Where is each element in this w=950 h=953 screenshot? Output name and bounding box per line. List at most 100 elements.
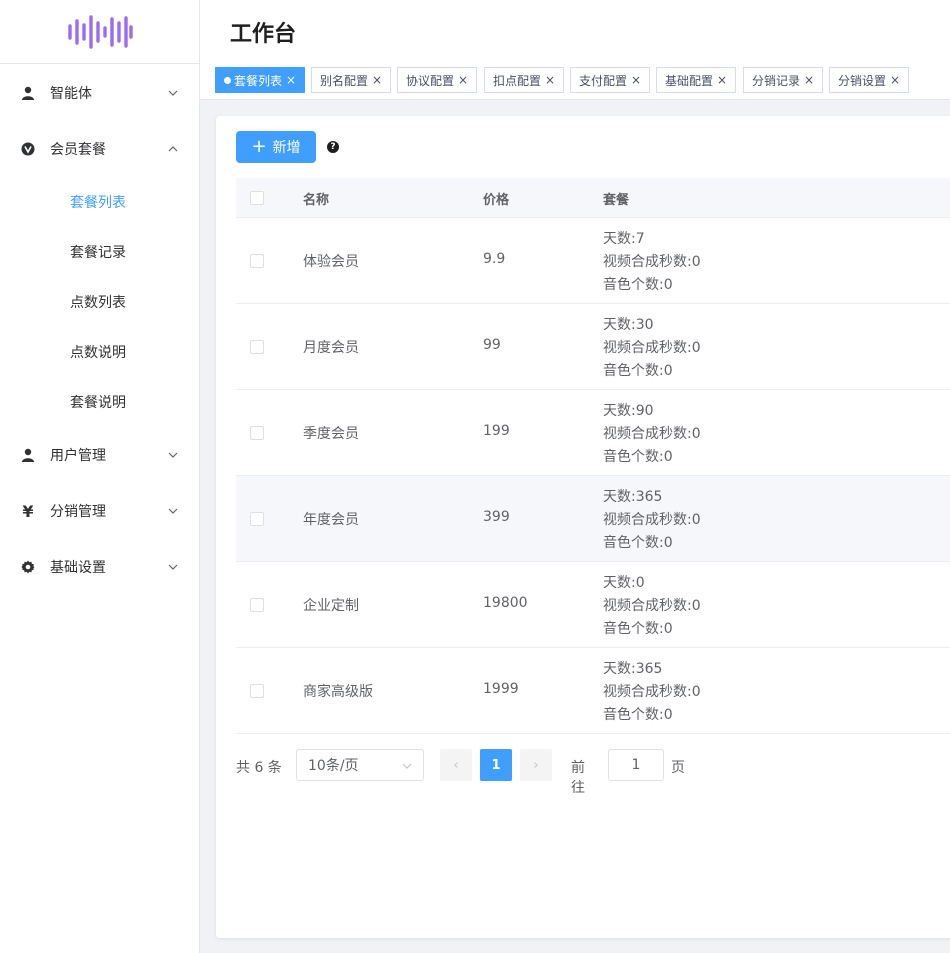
sidebar-item-basic-settings[interactable]: 基础设置 <box>0 539 199 595</box>
close-icon[interactable]: × <box>545 73 555 87</box>
package-video-seconds: 视频合成秒数:0 <box>603 254 701 270</box>
row-package: 天数:7 视频合成秒数:0 音色个数:0 <box>603 228 701 297</box>
page-suffix: 页 <box>671 760 685 776</box>
package-voice-count: 音色个数:0 <box>603 707 673 723</box>
main-card: + 新增 ? 名称 价格 套餐 体验会员 9.9 天数:7 视频合成秒数:0 音… <box>216 116 950 938</box>
tab-distribution-records[interactable]: 分销记录 × <box>743 67 824 93</box>
package-voice-count: 音色个数:0 <box>603 277 673 293</box>
add-button-label: 新增 <box>272 140 301 156</box>
sidebar-item-membership[interactable]: 会员套餐 <box>0 121 199 177</box>
tab-label: 基础配置 <box>665 73 714 88</box>
sidebar-subitem-points-list[interactable]: 点数列表 <box>0 277 199 327</box>
tab-label: 别名配置 <box>320 73 369 88</box>
help-icon[interactable]: ? <box>327 141 339 153</box>
close-icon[interactable]: × <box>372 73 382 87</box>
chevron-right-icon: › <box>533 757 539 773</box>
sidebar-subitem-label: 点数说明 <box>70 345 126 361</box>
close-icon[interactable]: × <box>286 73 296 87</box>
close-icon[interactable]: × <box>631 73 641 87</box>
close-icon[interactable]: × <box>458 73 468 87</box>
package-voice-count: 音色个数:0 <box>603 535 673 551</box>
page-number-button[interactable]: 1 <box>480 749 512 781</box>
tab-label: 扣点配置 <box>493 73 542 88</box>
chevron-down-icon <box>168 564 178 570</box>
row-checkbox[interactable] <box>250 684 264 698</box>
package-video-seconds: 视频合成秒数:0 <box>603 684 701 700</box>
sidebar-subitem-package-desc[interactable]: 套餐说明 <box>0 377 199 427</box>
page-size-select[interactable]: 10条/页 <box>296 749 424 781</box>
chevron-down-icon <box>402 763 412 769</box>
goto-page-input[interactable] <box>608 749 664 781</box>
chevron-left-icon: ‹ <box>453 757 459 773</box>
next-page-button[interactable]: › <box>520 749 552 781</box>
table-header: 名称 价格 套餐 <box>236 178 950 218</box>
tab-alias-config[interactable]: 别名配置 × <box>311 67 392 93</box>
sidebar-item-label: 会员套餐 <box>50 142 106 158</box>
tab-deduction-config[interactable]: 扣点配置 × <box>484 67 565 93</box>
row-package: 天数:0 视频合成秒数:0 音色个数:0 <box>603 572 701 641</box>
goto-label: 前往 <box>571 760 585 796</box>
chevron-down-icon <box>168 508 178 514</box>
close-icon[interactable]: × <box>717 73 727 87</box>
sidebar-subitem-package-list[interactable]: 套餐列表 <box>0 177 199 227</box>
table-row[interactable]: 体验会员 9.9 天数:7 视频合成秒数:0 音色个数:0 <box>236 218 950 304</box>
table-row[interactable]: 月度会员 99 天数:30 视频合成秒数:0 音色个数:0 <box>236 304 950 390</box>
sidebar-item-distribution[interactable]: ¥ 分销管理 <box>0 483 199 539</box>
tab-payment-config[interactable]: 支付配置 × <box>570 67 651 93</box>
row-price: 9.9 <box>483 251 506 267</box>
row-checkbox[interactable] <box>250 254 264 268</box>
sidebar-item-user-management[interactable]: 用户管理 <box>0 427 199 483</box>
tab-distribution-settings[interactable]: 分销设置 × <box>829 67 910 93</box>
row-checkbox[interactable] <box>250 340 264 354</box>
chevron-up-icon <box>168 146 178 152</box>
sidebar-subitem-label: 点数列表 <box>70 295 126 311</box>
header: 工作台 <box>200 0 950 64</box>
row-package: 天数:90 视频合成秒数:0 音色个数:0 <box>603 400 701 469</box>
pagination-total: 共 6 条 <box>236 760 282 776</box>
add-button[interactable]: + 新增 <box>236 131 316 163</box>
table-row[interactable]: 商家高级版 1999 天数:365 视频合成秒数:0 音色个数:0 <box>236 648 950 734</box>
logo[interactable] <box>0 0 199 64</box>
tab-label: 协议配置 <box>406 73 455 88</box>
package-days: 天数:30 <box>603 317 654 333</box>
tab-basic-config[interactable]: 基础配置 × <box>656 67 737 93</box>
table-row[interactable]: 年度会员 399 天数:365 视频合成秒数:0 音色个数:0 <box>236 476 950 562</box>
page-size-value: 10条/页 <box>308 758 359 774</box>
row-name: 商家高级版 <box>303 684 373 700</box>
prev-page-button[interactable]: ‹ <box>440 749 472 781</box>
sidebar-subitem-label: 套餐说明 <box>70 395 126 411</box>
row-name: 月度会员 <box>303 340 359 356</box>
tab-label: 分销记录 <box>752 73 801 88</box>
sound-wave-logo-icon <box>67 14 133 49</box>
row-price: 99 <box>483 337 501 353</box>
sidebar-item-label: 用户管理 <box>50 448 106 464</box>
row-name: 季度会员 <box>303 426 359 442</box>
package-voice-count: 音色个数:0 <box>603 449 673 465</box>
row-checkbox[interactable] <box>250 598 264 612</box>
tab-package-list[interactable]: 套餐列表 × <box>215 67 306 93</box>
sidebar-item-label: 分销管理 <box>50 504 106 520</box>
sidebar-subitem-label: 套餐记录 <box>70 245 126 261</box>
sidebar-subitem-points-desc[interactable]: 点数说明 <box>0 327 199 377</box>
package-voice-count: 音色个数:0 <box>603 621 673 637</box>
tab-agreement-config[interactable]: 协议配置 × <box>397 67 478 93</box>
row-name: 企业定制 <box>303 598 359 614</box>
close-icon[interactable]: × <box>804 73 814 87</box>
close-icon[interactable]: × <box>890 73 900 87</box>
package-voice-count: 音色个数:0 <box>603 363 673 379</box>
row-checkbox[interactable] <box>250 512 264 526</box>
select-all-checkbox[interactable] <box>250 191 264 205</box>
table-row[interactable]: 企业定制 19800 天数:0 视频合成秒数:0 音色个数:0 <box>236 562 950 648</box>
table-row[interactable]: 季度会员 199 天数:90 视频合成秒数:0 音色个数:0 <box>236 390 950 476</box>
tab-label: 支付配置 <box>579 73 628 88</box>
package-video-seconds: 视频合成秒数:0 <box>603 426 701 442</box>
row-checkbox[interactable] <box>250 426 264 440</box>
sidebar-subitem-package-records[interactable]: 套餐记录 <box>0 227 199 277</box>
row-package: 天数:365 视频合成秒数:0 音色个数:0 <box>603 486 701 555</box>
yen-icon: ¥ <box>22 501 34 521</box>
tab-label: 套餐列表 <box>234 73 283 88</box>
row-package: 天数:30 视频合成秒数:0 音色个数:0 <box>603 314 701 383</box>
package-days: 天数:7 <box>603 231 645 247</box>
sidebar-item-agent[interactable]: 智能体 <box>0 65 199 121</box>
row-price: 199 <box>483 423 510 439</box>
